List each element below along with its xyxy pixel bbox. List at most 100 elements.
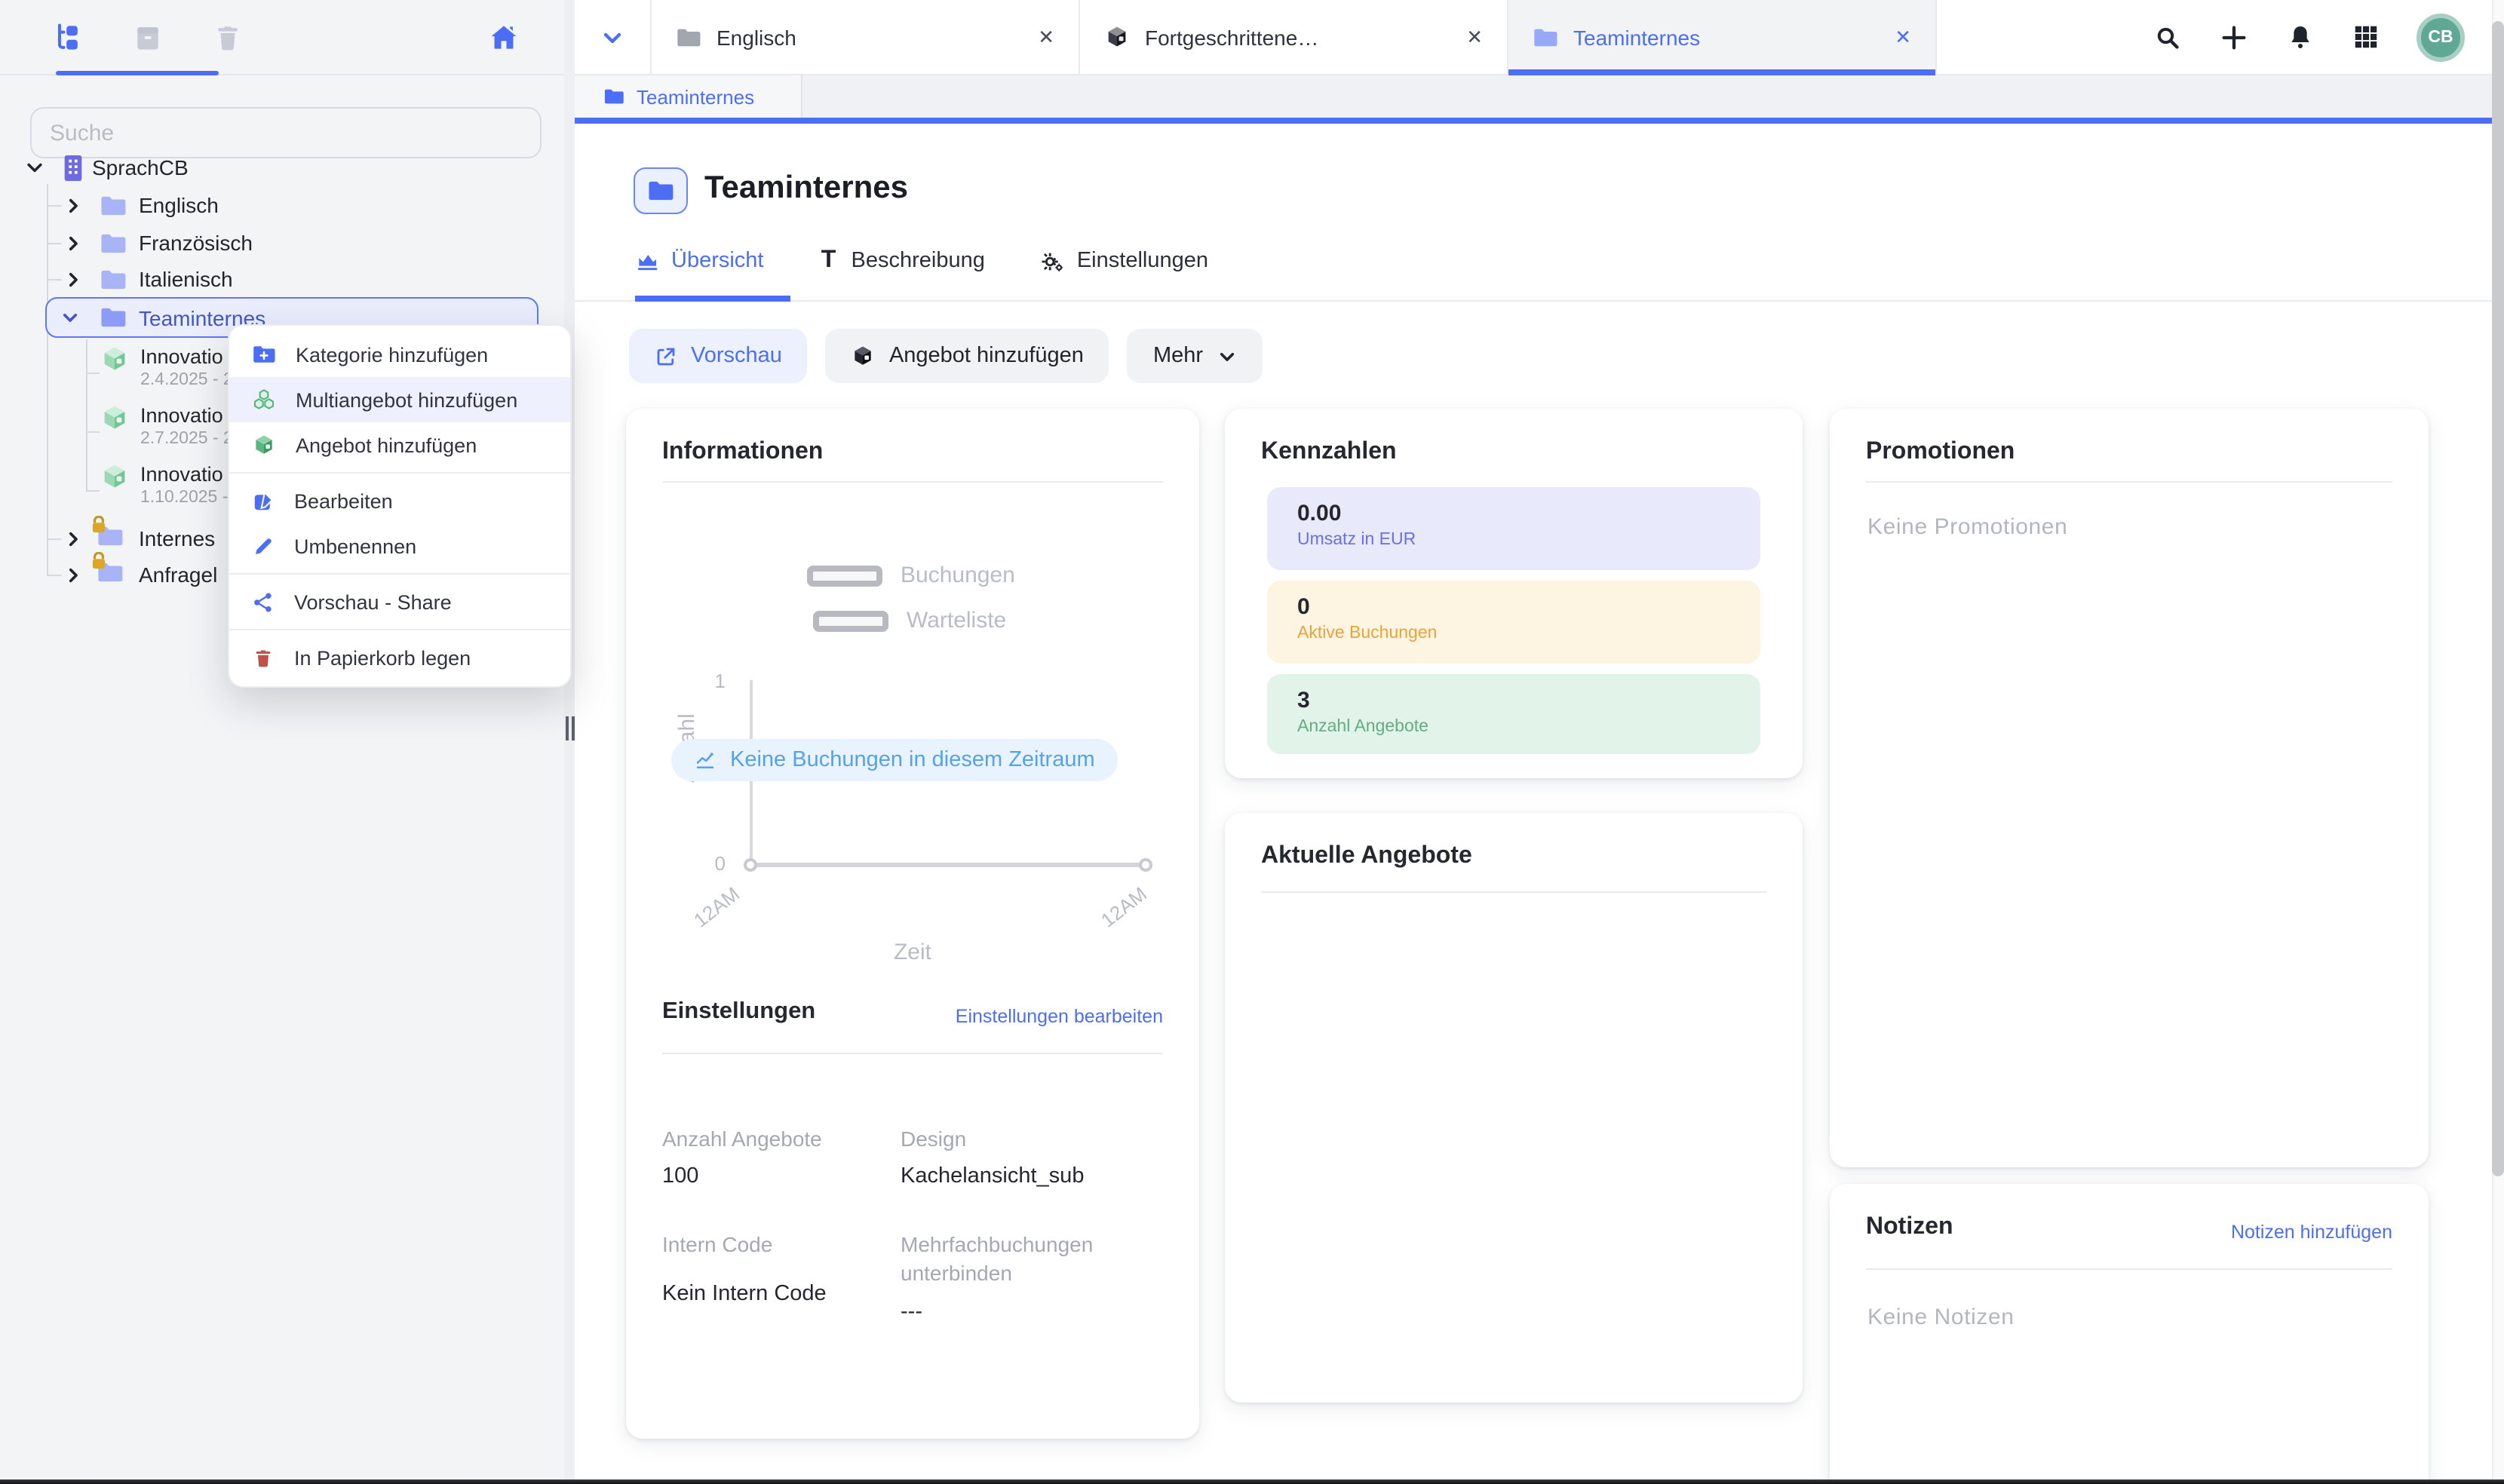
card-divider (1866, 1268, 2392, 1270)
settings-divider (662, 1053, 1163, 1054)
tab-beschreibung[interactable]: T Beschreibung (818, 238, 985, 284)
card-divider (662, 481, 1163, 483)
tree-item-label: Französisch (139, 231, 253, 255)
menu-item-vorschau-share[interactable]: Vorschau - Share (229, 579, 570, 624)
card-divider (1261, 891, 1766, 893)
preview-button[interactable]: Vorschau (629, 329, 808, 383)
card-title: Kennzahlen (1261, 439, 1397, 466)
menu-item-label: Umbenennen (294, 535, 416, 557)
tree-view-icon[interactable] (50, 20, 86, 56)
field-label: Intern Code (662, 1231, 904, 1259)
empty-promotions-text: Keine Promotionen (1867, 514, 2067, 540)
edit-icon (252, 489, 275, 512)
legend-item-warteliste[interactable]: Warteliste (813, 608, 1006, 633)
main-area: Englisch ✕ Fortgeschrittene… ✕ Teaminter… (575, 0, 2504, 1484)
settings-heading: Einstellungen (662, 998, 815, 1026)
chevron-down-icon[interactable] (60, 308, 80, 327)
card-title: Informationen (662, 439, 823, 466)
tab-einstellungen[interactable]: Einstellungen (1039, 238, 1208, 284)
x-axis-label: Zeit (662, 940, 1163, 965)
add-offer-button[interactable]: Angebot hinzufügen (826, 329, 1109, 383)
tree-guide-line (86, 339, 87, 490)
tab-fortgeschrittene[interactable]: Fortgeschrittene… ✕ (1080, 0, 1508, 74)
plus-icon[interactable] (2219, 22, 2249, 52)
legend-item-buchungen[interactable]: Buchungen (807, 563, 1015, 588)
card-informationen: Informationen Buchungen Warteliste 1 0 (626, 409, 1199, 1439)
tab-englisch[interactable]: Englisch ✕ (652, 0, 1080, 74)
tab-label: Englisch (717, 25, 1023, 49)
stat-label: Aktive Buchungen (1297, 624, 1760, 642)
tree-item-label: Anfragel (139, 563, 217, 587)
field-label: Design (901, 1125, 1142, 1154)
sidebar-item-offer[interactable]: Innovatio 2.7.2025 - 2 (100, 403, 233, 449)
pen-icon (252, 535, 275, 557)
cube-icon (1104, 24, 1130, 50)
locked-folder-icon (97, 561, 130, 588)
menu-item-angebot-hinzufuegen[interactable]: Angebot hinzufügen (229, 422, 570, 468)
sidebar-item-offer[interactable]: Innovatio 1.10.2025 - 1 (100, 461, 243, 508)
close-icon[interactable]: ✕ (1895, 25, 1911, 49)
menu-item-kategorie-hinzufuegen[interactable]: Kategorie hinzufügen (229, 332, 570, 377)
tab-teaminternes[interactable]: Teaminternes ✕ (1508, 0, 1937, 74)
x-axis (750, 863, 1146, 867)
bell-icon[interactable] (2285, 22, 2315, 52)
stat-umsatz: 0.00 Umsatz in EUR (1267, 487, 1760, 570)
card-notizen: Notizen Notizen hinzufügen Keine Notizen (1830, 1184, 2429, 1484)
vertical-scrollbar[interactable] (2492, 0, 2504, 1484)
chevron-right-icon[interactable] (63, 233, 83, 253)
home-icon[interactable] (486, 20, 522, 56)
sidebar-resizer-handle[interactable] (564, 0, 575, 1484)
menu-item-multiangebot-hinzufuegen[interactable]: Multiangebot hinzufügen (229, 377, 570, 422)
menu-item-bearbeiten[interactable]: Bearbeiten (229, 478, 570, 523)
add-note-link[interactable]: Notizen hinzufügen (2231, 1222, 2392, 1243)
menu-item-label: Angebot hinzufügen (296, 434, 477, 456)
folder-icon (100, 268, 127, 290)
stat-label: Anzahl Angebote (1297, 718, 1760, 736)
breadcrumb[interactable]: Teaminternes (575, 75, 802, 118)
folder-open-icon (100, 306, 127, 329)
close-icon[interactable]: ✕ (1466, 25, 1483, 49)
sidebar-item-italienisch[interactable]: Italienisch (0, 261, 564, 297)
stat-aktive-buchungen: 0 Aktive Buchungen (1267, 581, 1760, 664)
chevron-right-icon[interactable] (63, 269, 83, 289)
sidebar-item-franzoesisch[interactable]: Französisch (0, 225, 564, 261)
stat-value: 0.00 (1297, 501, 1760, 526)
more-button[interactable]: Mehr (1128, 329, 1262, 383)
organization-icon (60, 153, 86, 182)
search-icon[interactable] (2153, 22, 2183, 52)
sidebar-item-root[interactable]: SprachCB (0, 149, 564, 186)
folder-icon (603, 87, 624, 106)
tab-label: Beschreibung (852, 249, 985, 273)
breadcrumb-bar: Teaminternes (575, 75, 2504, 118)
sidebar-item-offer[interactable]: Innovatio 2.4.2025 - 2 (100, 344, 233, 391)
chevron-right-icon[interactable] (63, 565, 83, 584)
menu-item-umbenennen[interactable]: Umbenennen (229, 523, 570, 569)
accent-divider (575, 118, 2504, 124)
legend-label: Buchungen (901, 563, 1015, 588)
trash-icon (252, 646, 275, 669)
offer-cube-icon (100, 461, 130, 492)
archive-icon[interactable] (130, 20, 166, 56)
chevron-right-icon[interactable] (63, 195, 83, 215)
chart-icon (635, 249, 659, 273)
scrollbar-thumb[interactable] (2492, 21, 2504, 1176)
chevron-down-icon[interactable] (24, 157, 45, 178)
tabs-overview-button[interactable] (575, 0, 652, 74)
close-icon[interactable]: ✕ (1038, 25, 1054, 49)
page-folder-icon[interactable] (634, 167, 688, 214)
page-title: Teaminternes (704, 170, 908, 207)
trash-icon[interactable] (210, 20, 246, 56)
avatar[interactable]: CB (2417, 13, 2465, 61)
menu-divider (229, 573, 570, 575)
tab-uebersicht[interactable]: Übersicht (635, 238, 764, 284)
menu-item-papierkorb[interactable]: In Papierkorb legen (229, 635, 570, 680)
offer-cube-icon (100, 344, 130, 374)
chevron-right-icon[interactable] (63, 529, 83, 548)
apps-grid-icon[interactable] (2352, 23, 2380, 51)
topbar-actions: CB (2153, 0, 2504, 74)
sidebar-item-englisch[interactable]: Englisch (0, 187, 564, 223)
stat-anzahl-angebote: 3 Anzahl Angebote (1267, 674, 1760, 754)
sidebar-toolbar (0, 0, 564, 75)
card-aktuelle-angebote: Aktuelle Angebote (1225, 813, 1803, 1403)
edit-settings-link[interactable]: Einstellungen bearbeiten (956, 1006, 1163, 1027)
